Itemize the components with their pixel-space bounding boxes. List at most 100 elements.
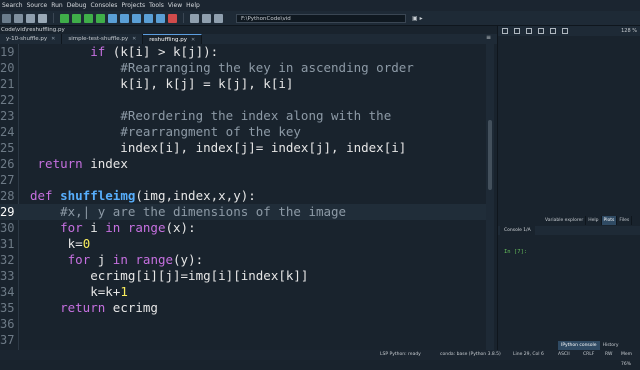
menu-item-source[interactable]: Source (27, 2, 48, 9)
editor-scroll-thumb[interactable] (488, 120, 492, 190)
code-line[interactable]: 34 k=k+1 (0, 284, 486, 300)
editor-tab[interactable]: y-10-shuffle.py ✕ (0, 34, 63, 44)
step-icon[interactable] (120, 13, 129, 23)
status-bar: LSP Python: ready conda: base (Python 3.… (0, 350, 640, 367)
pane-tab-help[interactable]: Help (586, 216, 602, 225)
continue-icon[interactable] (156, 13, 165, 23)
menu-item-help[interactable]: Help (186, 2, 200, 9)
save-icon[interactable] (26, 13, 35, 23)
zoom-in-icon[interactable] (562, 28, 568, 34)
bottom-tab-history[interactable]: History (600, 341, 622, 350)
close-tab-icon[interactable]: ✕ (191, 35, 195, 45)
preferences-icon[interactable] (202, 13, 211, 23)
code-line[interactable]: 33 ecrimg[i][j]=img[i][index[k]] (0, 268, 486, 284)
code-text: #Rearranging the key in ascending order (120, 60, 414, 75)
line-endings: CRLF (583, 352, 595, 357)
new-file-icon[interactable] (2, 13, 11, 23)
close-tab-icon[interactable]: ✕ (51, 34, 55, 44)
copy-plot-icon[interactable] (526, 28, 532, 34)
code-line[interactable]: 31 k=0 (0, 236, 486, 252)
menu-item-tools[interactable]: Tools (149, 2, 164, 9)
pane-tabs: Variable explorer Help Plots Files (543, 216, 633, 225)
code-text: def shuffleimg(img,index,x,y): (30, 188, 256, 203)
editor-tab[interactable]: reshuffling.py ✕ (143, 34, 203, 45)
editor-filepath: Code\vid\reshuffling.py (0, 26, 498, 34)
pane-tab-plots[interactable]: Plots (601, 216, 618, 225)
menu-item-debug[interactable]: Debug (67, 2, 87, 9)
code-text: for j in range(y): (67, 252, 204, 267)
menu-item-view[interactable]: View (168, 2, 182, 9)
stop-debug-icon[interactable] (168, 13, 177, 23)
line-number: 37 (0, 333, 15, 347)
code-line[interactable]: 37 (0, 332, 486, 348)
browse-folder-icon[interactable]: ▣ ▸ (412, 15, 423, 22)
code-line[interactable]: 23 #Reordering the index along with the (0, 108, 486, 124)
code-text: k=k+1 (30, 284, 128, 299)
code-line[interactable]: 20 #Rearranging the key in ascending ord… (0, 60, 486, 76)
ipython-console[interactable]: In [7]: (498, 235, 640, 341)
line-number: 30 (0, 221, 15, 235)
open-file-icon[interactable] (14, 13, 23, 23)
conda-status: conda: base (Python 3.8.5) (440, 352, 501, 357)
code-line[interactable]: 36 (0, 316, 486, 332)
close-tab-icon[interactable]: ✕ (132, 34, 136, 44)
code-line[interactable]: 35 return ecrimg (0, 300, 486, 316)
code-line[interactable]: 21 k[i], k[j] = k[j], k[i] (0, 76, 486, 92)
plots-area (498, 36, 640, 216)
pane-tab-variable-explorer[interactable]: Variable explorer (543, 216, 587, 225)
right-pane: 128 % Variable explorer Help Plots Files Co… (497, 26, 640, 350)
zoom-out-icon[interactable] (550, 28, 556, 34)
console-bottom-tabs: IPython console History (558, 341, 622, 350)
tab-options-icon[interactable]: ≡ (486, 34, 491, 41)
code-editor[interactable]: 19 if (k[i] > k[j]): 20 #Rearranging the … (0, 44, 486, 350)
code-line[interactable]: 26 return index (0, 156, 486, 172)
code-line[interactable]: 27 (0, 172, 486, 188)
line-number: 36 (0, 317, 15, 331)
editor-tab[interactable]: simple-test-shuffle.py ✕ (62, 34, 144, 44)
pane-tab-files[interactable]: Files (617, 216, 633, 225)
editor-scrollbar[interactable] (486, 44, 494, 350)
remove-plot-icon[interactable] (538, 28, 544, 34)
menu-item-consoles[interactable]: Consoles (90, 2, 117, 9)
editor-tab-label: y-10-shuffle.py (6, 36, 48, 42)
lsp-status: LSP Python: ready (380, 352, 421, 357)
code-line[interactable]: 32 for j in range(y): (0, 252, 486, 268)
code-line[interactable]: 25 index[i], index[j]= index[j], index[i… (0, 140, 486, 156)
line-number: 28 (0, 189, 15, 203)
bottom-tab-ipython-console[interactable]: IPython console (558, 341, 600, 350)
line-number: 27 (0, 173, 15, 187)
line-number: 19 (0, 45, 15, 59)
code-line[interactable]: 19 if (k[i] > k[j]): (0, 44, 486, 60)
code-line[interactable]: 29 #x,| y are the dimensions of the imag… (0, 204, 486, 220)
step-return-icon[interactable] (144, 13, 153, 23)
code-line[interactable]: 28 def shuffleimg(img,index,x,y): (0, 188, 486, 204)
menu-item-search[interactable]: Search (2, 2, 23, 9)
line-number: 20 (0, 61, 15, 75)
save-plot-icon[interactable] (502, 28, 508, 34)
step-into-icon[interactable] (132, 13, 141, 23)
line-number: 23 (0, 109, 15, 123)
code-text: #x,| y are the dimensions of the image (60, 204, 347, 219)
run-cell-icon[interactable] (72, 13, 81, 23)
python-path-icon[interactable] (214, 13, 223, 23)
console-tab[interactable]: Console 1/A (500, 226, 535, 235)
code-line[interactable]: 22 (0, 92, 486, 108)
memory-usage: Mem 76% (621, 352, 633, 367)
line-number: 25 (0, 141, 15, 155)
code-line[interactable]: 30 for i in range(x): (0, 220, 486, 236)
run-selection-icon[interactable] (96, 13, 105, 23)
working-directory-input[interactable]: F:\PythonCode\vid (236, 13, 406, 23)
code-line[interactable]: 24 #rearrangment of the key (0, 124, 486, 140)
debug-icon[interactable] (108, 13, 117, 23)
maximize-pane-icon[interactable] (190, 13, 199, 23)
code-text: for i in range(x): (60, 220, 196, 235)
run-cell-advance-icon[interactable] (84, 13, 93, 23)
save-all-icon[interactable] (38, 13, 47, 23)
menu-item-run[interactable]: Run (51, 2, 63, 9)
save-all-plots-icon[interactable] (514, 28, 520, 34)
run-icon[interactable] (60, 13, 69, 23)
code-text: k=0 (30, 236, 91, 251)
line-number: 34 (0, 285, 15, 299)
menu-item-projects[interactable]: Projects (121, 2, 145, 9)
toolbar-separator (53, 13, 54, 23)
